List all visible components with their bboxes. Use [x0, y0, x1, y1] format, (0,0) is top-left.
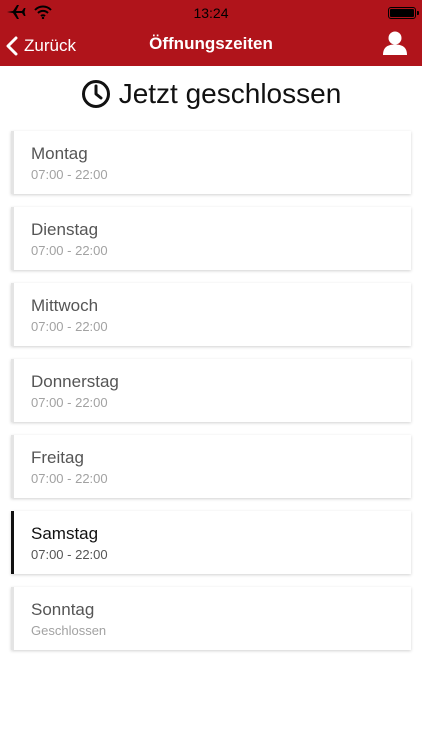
day-hours: 07:00 - 22:00 — [31, 471, 108, 486]
user-profile-button[interactable] — [382, 30, 408, 58]
clock-icon — [81, 80, 110, 108]
day-name: Freitag — [31, 448, 84, 467]
page-title: Öffnungszeiten — [149, 34, 273, 53]
day-hours: Geschlossen — [31, 623, 107, 638]
day-card-friday: Freitag 07:00 - 22:00 — [11, 435, 411, 498]
user-icon — [383, 31, 407, 55]
day-name: Samstag — [31, 524, 99, 543]
status-bar: 13:24 — [0, 0, 422, 26]
day-hours: 07:00 - 22:00 — [31, 243, 108, 258]
day-name: Dienstag — [31, 220, 99, 239]
day-hours: 07:00 - 22:00 — [31, 395, 108, 410]
app-header: 13:24 Zurück Öffnungszeiten — [0, 0, 422, 66]
day-name: Montag — [31, 144, 88, 163]
day-card-wednesday: Mittwoch 07:00 - 22:00 — [11, 283, 411, 346]
opening-hours-list: Montag 07:00 - 22:00 Dienstag 07:00 - 22… — [11, 131, 411, 663]
opening-status: Jetzt geschlossen — [0, 78, 422, 110]
day-card-thursday: Donnerstag 07:00 - 22:00 — [11, 359, 411, 422]
day-card-tuesday: Dienstag 07:00 - 22:00 — [11, 207, 411, 270]
battery-icon — [388, 7, 419, 19]
day-name: Donnerstag — [31, 372, 119, 391]
day-card-monday: Montag 07:00 - 22:00 — [11, 131, 411, 194]
navigation-bar: Zurück Öffnungszeiten — [0, 26, 422, 66]
day-card-saturday-current: Samstag 07:00 - 22:00 — [11, 511, 411, 574]
day-hours: 07:00 - 22:00 — [31, 319, 108, 334]
day-name: Sonntag — [31, 600, 95, 619]
opening-status-text: Jetzt geschlossen — [118, 78, 342, 109]
day-name: Mittwoch — [31, 296, 99, 315]
day-hours: 07:00 - 22:00 — [31, 547, 108, 562]
day-card-sunday: Sonntag Geschlossen — [11, 587, 411, 650]
status-time: 13:24 — [193, 5, 229, 21]
day-hours: 07:00 - 22:00 — [31, 167, 108, 182]
